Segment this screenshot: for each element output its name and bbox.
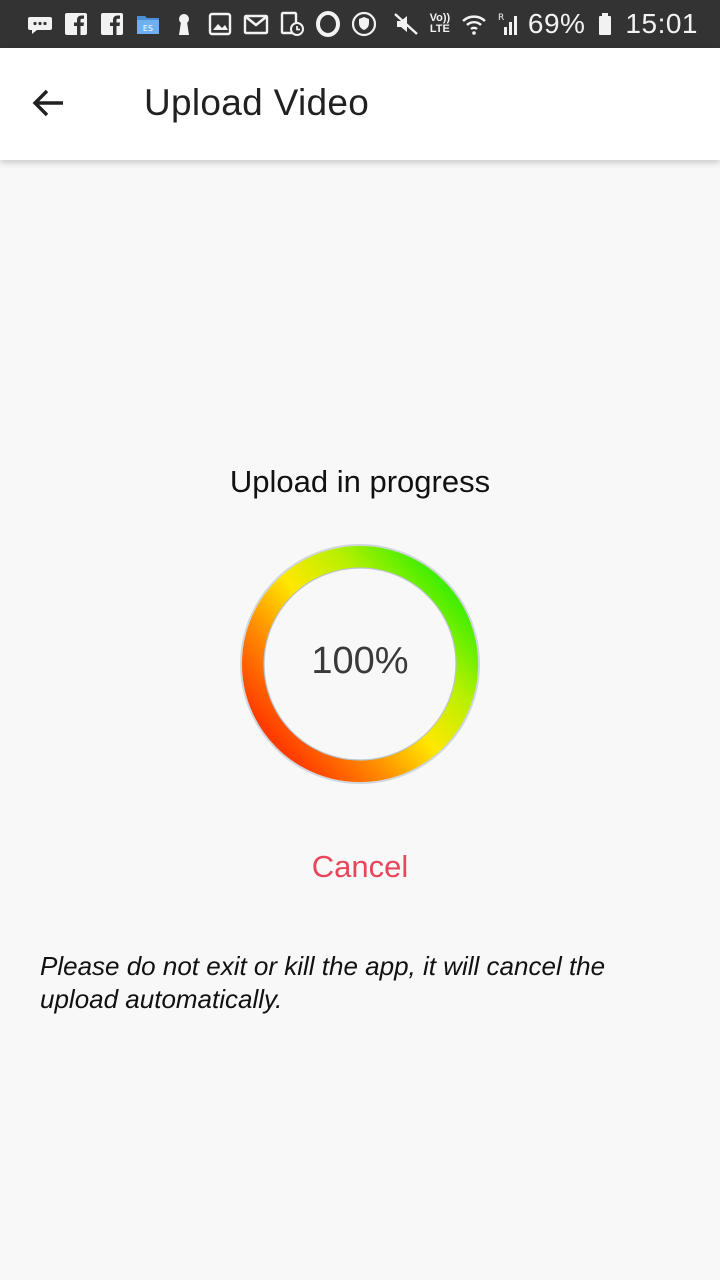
arrow-left-icon xyxy=(32,89,63,117)
mute-icon xyxy=(392,10,420,38)
messages-icon xyxy=(26,10,54,38)
back-button[interactable] xyxy=(24,78,74,128)
opera-icon xyxy=(314,10,342,38)
svg-text:ES: ES xyxy=(143,24,153,33)
wifi-icon xyxy=(460,10,488,38)
battery-percent: 69% xyxy=(527,8,586,39)
upload-warning-message: Please do not exit or kill the app, it w… xyxy=(40,951,606,1014)
gmail-icon xyxy=(242,10,270,38)
app-bar: Upload Video xyxy=(0,48,720,160)
roaming-label: R xyxy=(498,13,504,23)
volte-icon: Vo)) LTE xyxy=(429,12,451,35)
system-icons: Vo)) LTE R 69% 15:01 xyxy=(392,8,698,40)
calendar-icon xyxy=(278,10,306,38)
cancel-button[interactable]: Cancel xyxy=(260,844,460,890)
page-title: Upload Video xyxy=(144,82,370,123)
facebook-icon xyxy=(62,10,90,38)
vpn-shield-icon xyxy=(350,10,378,38)
battery-icon xyxy=(591,10,619,38)
keyhole-icon xyxy=(170,10,198,38)
gallery-icon xyxy=(206,10,234,38)
clock: 15:01 xyxy=(625,8,698,39)
status-bar: ES Vo)) LTE R 69% 15:01 xyxy=(0,0,720,48)
signal-icon: R xyxy=(494,10,522,38)
notification-icons: ES xyxy=(26,10,392,38)
upload-status-heading: Upload in progress xyxy=(229,464,491,499)
file-manager-icon: ES xyxy=(134,10,162,38)
progress-percent: 100% xyxy=(311,640,409,682)
facebook-icon xyxy=(98,10,126,38)
